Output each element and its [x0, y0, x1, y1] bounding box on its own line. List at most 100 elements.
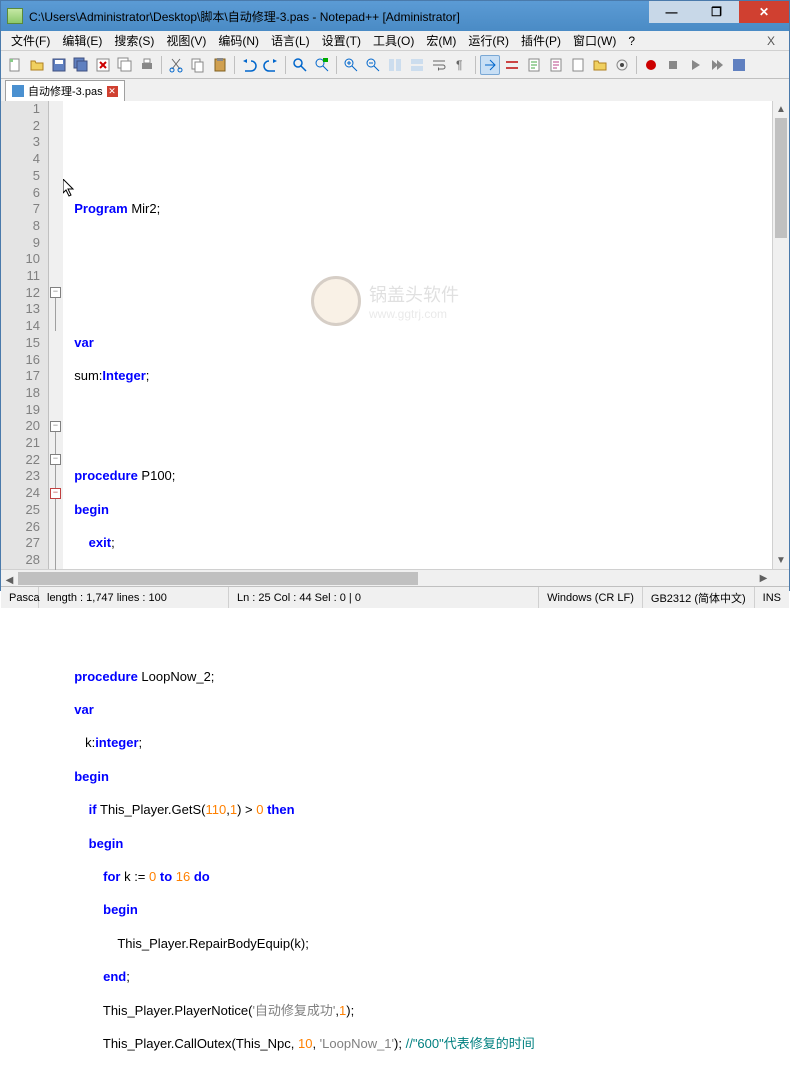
scroll-down-icon[interactable]: ▼: [773, 552, 789, 569]
line-number: 18: [1, 385, 40, 402]
fold-toggle[interactable]: −: [50, 421, 61, 432]
vertical-scrollbar[interactable]: ▲ ▼: [772, 101, 789, 569]
save-icon[interactable]: [49, 55, 69, 75]
func-list-icon[interactable]: [568, 55, 588, 75]
line-number: 20: [1, 418, 40, 435]
redo-icon[interactable]: [261, 55, 281, 75]
menu-encoding[interactable]: 编码(N): [212, 32, 265, 49]
line-number: 10: [1, 251, 40, 268]
menu-language[interactable]: 语言(L): [265, 32, 316, 49]
line-number: 7: [1, 201, 40, 218]
menu-plugins[interactable]: 插件(P): [515, 32, 567, 49]
minimize-button[interactable]: —: [649, 1, 694, 23]
code-area[interactable]: Program Mir2; var sum:Integer; procedure…: [63, 101, 772, 569]
tab-close-icon[interactable]: ✕: [107, 86, 118, 97]
line-number: 6: [1, 185, 40, 202]
fold-line: [55, 432, 56, 572]
zoom-in-icon[interactable]: [341, 55, 361, 75]
line-number: 19: [1, 402, 40, 419]
fold-toggle[interactable]: −: [50, 488, 61, 499]
record-macro-icon[interactable]: [641, 55, 661, 75]
status-language: Pasca: [1, 587, 39, 608]
line-number: 16: [1, 352, 40, 369]
file-tab-label: 自动修理-3.pas: [28, 83, 103, 99]
scroll-left-icon[interactable]: ◀: [1, 572, 18, 589]
find-icon[interactable]: [290, 55, 310, 75]
scroll-up-icon[interactable]: ▲: [773, 101, 789, 118]
title-bar: C:\Users\Administrator\Desktop\脚本\自动修理-3…: [1, 1, 789, 31]
zoom-out-icon[interactable]: [363, 55, 383, 75]
line-number: 2: [1, 118, 40, 135]
sync-v-icon[interactable]: [385, 55, 405, 75]
show-all-chars-icon[interactable]: ¶: [451, 55, 471, 75]
close-file-icon[interactable]: [93, 55, 113, 75]
line-number: 8: [1, 218, 40, 235]
indent-guide-icon[interactable]: [480, 55, 500, 75]
horizontal-scroll-row: ◀ ▶: [1, 569, 789, 586]
replace-icon[interactable]: [312, 55, 332, 75]
scrollbar-thumb[interactable]: [775, 118, 787, 238]
line-number: 24: [1, 485, 40, 502]
open-file-icon[interactable]: [27, 55, 47, 75]
menu-file[interactable]: 文件(F): [5, 32, 56, 49]
save-macro-icon[interactable]: [729, 55, 749, 75]
paste-icon[interactable]: [210, 55, 230, 75]
line-number: 22: [1, 452, 40, 469]
fold-margin: − − − −: [49, 101, 63, 569]
line-number: 5: [1, 168, 40, 185]
scroll-corner: [772, 570, 789, 586]
file-tab[interactable]: 自动修理-3.pas ✕: [5, 80, 125, 101]
close-button[interactable]: ✕: [739, 1, 789, 23]
line-number: 14: [1, 318, 40, 335]
fold-toggle[interactable]: −: [50, 454, 61, 465]
sync-h-icon[interactable]: [407, 55, 427, 75]
undo-icon[interactable]: [239, 55, 259, 75]
tab-bar: 自动修理-3.pas ✕: [1, 79, 789, 101]
menu-edit[interactable]: 编辑(E): [56, 32, 108, 49]
scrollbar-thumb[interactable]: [18, 572, 418, 585]
menu-search[interactable]: 搜索(S): [108, 32, 160, 49]
copy-icon[interactable]: [188, 55, 208, 75]
app-icon: [7, 8, 23, 24]
scroll-right-icon[interactable]: ▶: [755, 570, 772, 587]
wrap-icon[interactable]: [429, 55, 449, 75]
line-number: 9: [1, 235, 40, 252]
fold-line: [55, 298, 56, 331]
menu-settings[interactable]: 设置(T): [316, 32, 367, 49]
menu-window[interactable]: 窗口(W): [567, 32, 622, 49]
line-number: 28: [1, 552, 40, 569]
editor-area: 1234567891011121314151617181920212223242…: [1, 101, 789, 569]
new-file-icon[interactable]: [5, 55, 25, 75]
menu-view[interactable]: 视图(V): [160, 32, 212, 49]
doc-map-icon[interactable]: [524, 55, 544, 75]
save-all-icon[interactable]: [71, 55, 91, 75]
line-number: 12: [1, 285, 40, 302]
udl-icon[interactable]: [502, 55, 522, 75]
menu-tools[interactable]: 工具(O): [367, 32, 420, 49]
close-all-icon[interactable]: [115, 55, 135, 75]
menu-help[interactable]: ?: [622, 34, 641, 48]
monitor-icon[interactable]: [612, 55, 632, 75]
fold-toggle[interactable]: −: [50, 287, 61, 298]
window-title: C:\Users\Administrator\Desktop\脚本\自动修理-3…: [29, 8, 649, 25]
line-number: 27: [1, 535, 40, 552]
run-multi-icon[interactable]: [707, 55, 727, 75]
stop-macro-icon[interactable]: [663, 55, 683, 75]
line-number: 11: [1, 268, 40, 285]
cut-icon[interactable]: [166, 55, 186, 75]
line-number: 25: [1, 502, 40, 519]
menu-run[interactable]: 运行(R): [462, 32, 515, 49]
menu-close-doc[interactable]: X: [757, 34, 785, 48]
menu-bar: 文件(F) 编辑(E) 搜索(S) 视图(V) 编码(N) 语言(L) 设置(T…: [1, 31, 789, 51]
folder-icon[interactable]: [590, 55, 610, 75]
line-number: 1: [1, 101, 40, 118]
play-macro-icon[interactable]: [685, 55, 705, 75]
toolbar: ¶: [1, 51, 789, 79]
line-number: 26: [1, 519, 40, 536]
maximize-button[interactable]: ❐: [694, 1, 739, 23]
print-icon[interactable]: [137, 55, 157, 75]
line-number: 13: [1, 301, 40, 318]
menu-macro[interactable]: 宏(M): [420, 32, 462, 49]
horizontal-scrollbar[interactable]: ◀ ▶: [1, 570, 772, 586]
doc-list-icon[interactable]: [546, 55, 566, 75]
